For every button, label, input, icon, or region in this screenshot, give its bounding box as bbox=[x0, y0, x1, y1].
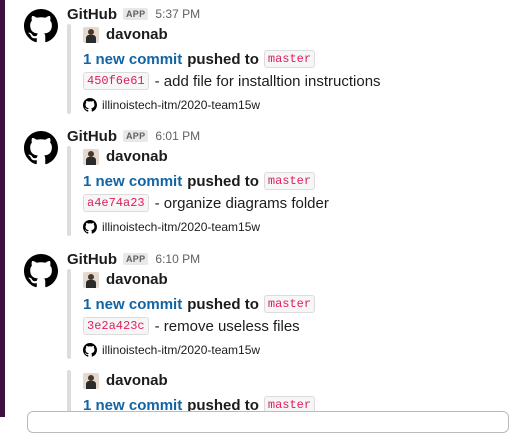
message-header: GitHub APP 5:37 PM bbox=[67, 4, 200, 24]
github-small-icon bbox=[83, 220, 97, 234]
commit-link[interactable]: 1 new commit bbox=[83, 173, 182, 190]
repo-link[interactable]: illinoistech-itm/2020-team15w bbox=[102, 343, 260, 357]
user-avatar[interactable] bbox=[83, 148, 99, 165]
github-logo-icon[interactable] bbox=[23, 253, 59, 289]
commit-hash-link[interactable]: a4e74a23 bbox=[83, 194, 149, 212]
push-summary: 1 new commit pushed to master bbox=[83, 50, 316, 68]
sender-name[interactable]: GitHub bbox=[67, 251, 117, 268]
repo-row: illinoistech-itm/2020-team15w bbox=[83, 220, 260, 234]
push-summary: 1 new commit pushed to master bbox=[83, 172, 316, 190]
commit-row: a4e74a23 - organize diagrams folder bbox=[83, 194, 329, 212]
pushed-to-text: pushed to bbox=[187, 172, 259, 190]
pushed-to-text: pushed to bbox=[187, 295, 259, 313]
repo-row: illinoistech-itm/2020-team15w bbox=[83, 343, 260, 357]
sender-name[interactable]: GitHub bbox=[67, 128, 117, 145]
commit-attachment: davonab 1 new commit pushed to master 3e… bbox=[67, 269, 497, 359]
github-small-icon bbox=[83, 98, 97, 112]
timestamp[interactable]: 6:01 PM bbox=[155, 129, 200, 143]
app-badge: APP bbox=[123, 8, 149, 20]
push-summary: 1 new commit pushed to master bbox=[83, 295, 316, 313]
user-avatar[interactable] bbox=[83, 271, 99, 288]
commit-hash-link[interactable]: 3e2a423c bbox=[83, 317, 149, 335]
user-avatar[interactable] bbox=[83, 372, 99, 389]
commit-row: 450f6e61 - add file for installtion inst… bbox=[83, 72, 381, 90]
author-name[interactable]: davonab bbox=[106, 26, 168, 43]
attachment-bar bbox=[67, 269, 71, 359]
attachment-bar bbox=[67, 146, 71, 236]
commit-link[interactable]: 1 new commit bbox=[83, 296, 182, 313]
author-row: davonab bbox=[83, 271, 168, 288]
author-row: davonab bbox=[83, 26, 168, 43]
repo-link[interactable]: illinoistech-itm/2020-team15w bbox=[102, 220, 260, 234]
github-logo-icon[interactable] bbox=[23, 130, 59, 166]
repo-row: illinoistech-itm/2020-team15w bbox=[83, 98, 260, 112]
commit-hash-link[interactable]: 450f6e61 bbox=[83, 72, 149, 90]
pushed-to-text: pushed to bbox=[187, 50, 259, 68]
author-name[interactable]: davonab bbox=[106, 148, 168, 165]
branch-name: master bbox=[263, 172, 316, 190]
timestamp[interactable]: 5:37 PM bbox=[155, 7, 200, 21]
commit-message: - remove useless files bbox=[154, 317, 300, 335]
author-name[interactable]: davonab bbox=[106, 372, 168, 389]
commit-row: 3e2a423c - remove useless files bbox=[83, 317, 300, 335]
author-name[interactable]: davonab bbox=[106, 271, 168, 288]
message-header: GitHub APP 6:10 PM bbox=[67, 249, 200, 269]
repo-link[interactable]: illinoistech-itm/2020-team15w bbox=[102, 98, 260, 112]
github-small-icon bbox=[83, 343, 97, 357]
commit-attachment: davonab 1 new commit pushed to master 45… bbox=[67, 24, 497, 114]
commit-attachment: davonab 1 new commit pushed to master a4… bbox=[67, 146, 497, 236]
sender-name[interactable]: GitHub bbox=[67, 6, 117, 23]
commit-message: - organize diagrams folder bbox=[154, 194, 329, 212]
app-badge: APP bbox=[123, 130, 149, 142]
timestamp[interactable]: 6:10 PM bbox=[155, 252, 200, 266]
message-header: GitHub APP 6:01 PM bbox=[67, 126, 200, 146]
github-logo-icon[interactable] bbox=[23, 8, 59, 44]
commit-link[interactable]: 1 new commit bbox=[83, 51, 182, 68]
author-row: davonab bbox=[83, 148, 168, 165]
branch-name: master bbox=[263, 295, 316, 313]
attachment-bar bbox=[67, 24, 71, 114]
message-composer[interactable] bbox=[27, 411, 509, 433]
commit-message: - add file for installtion instructions bbox=[154, 72, 381, 90]
user-avatar[interactable] bbox=[83, 26, 99, 43]
message-feed: GitHub APP 5:37 PM davonab 1 new commit … bbox=[5, 0, 509, 433]
author-row: davonab bbox=[83, 372, 168, 389]
app-badge: APP bbox=[123, 253, 149, 265]
branch-name: master bbox=[263, 50, 316, 68]
